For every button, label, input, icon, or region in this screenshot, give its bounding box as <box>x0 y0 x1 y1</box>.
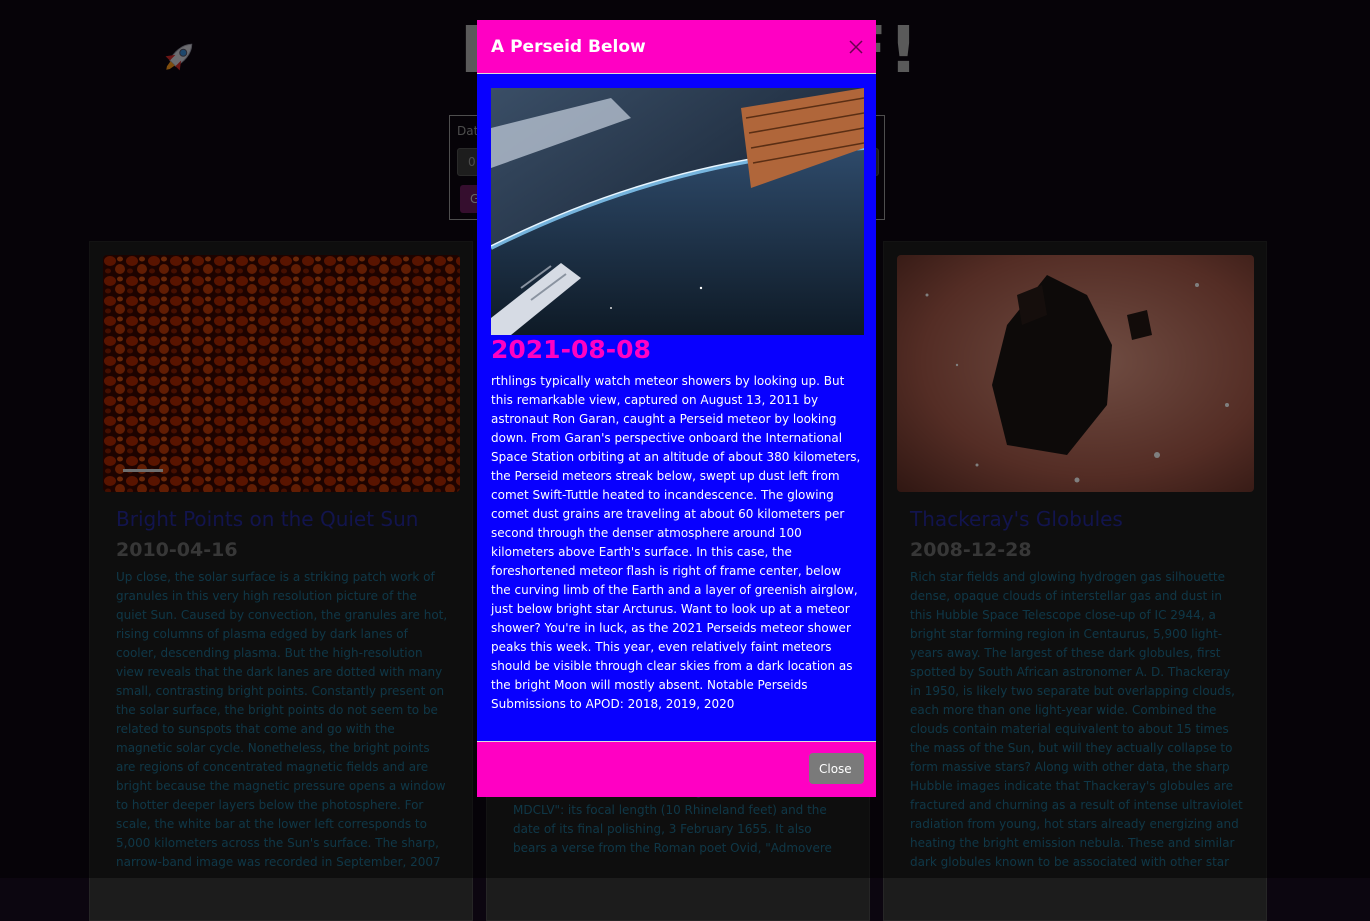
modal-date: 2021-08-08 <box>491 335 651 364</box>
close-icon[interactable] <box>848 39 864 55</box>
modal-title: A Perseid Below <box>491 37 646 57</box>
apod-modal: A Perseid Below 2021-08-08 rthlings typi… <box>477 20 876 797</box>
modal-body: 2021-08-08 rthlings typically watch mete… <box>477 74 876 741</box>
modal-image <box>491 88 864 335</box>
modal-description: rthlings typically watch meteor showers … <box>491 374 861 711</box>
close-button[interactable]: Close <box>809 753 864 784</box>
modal-header: A Perseid Below <box>477 20 876 74</box>
modal-footer: Close <box>477 741 876 797</box>
